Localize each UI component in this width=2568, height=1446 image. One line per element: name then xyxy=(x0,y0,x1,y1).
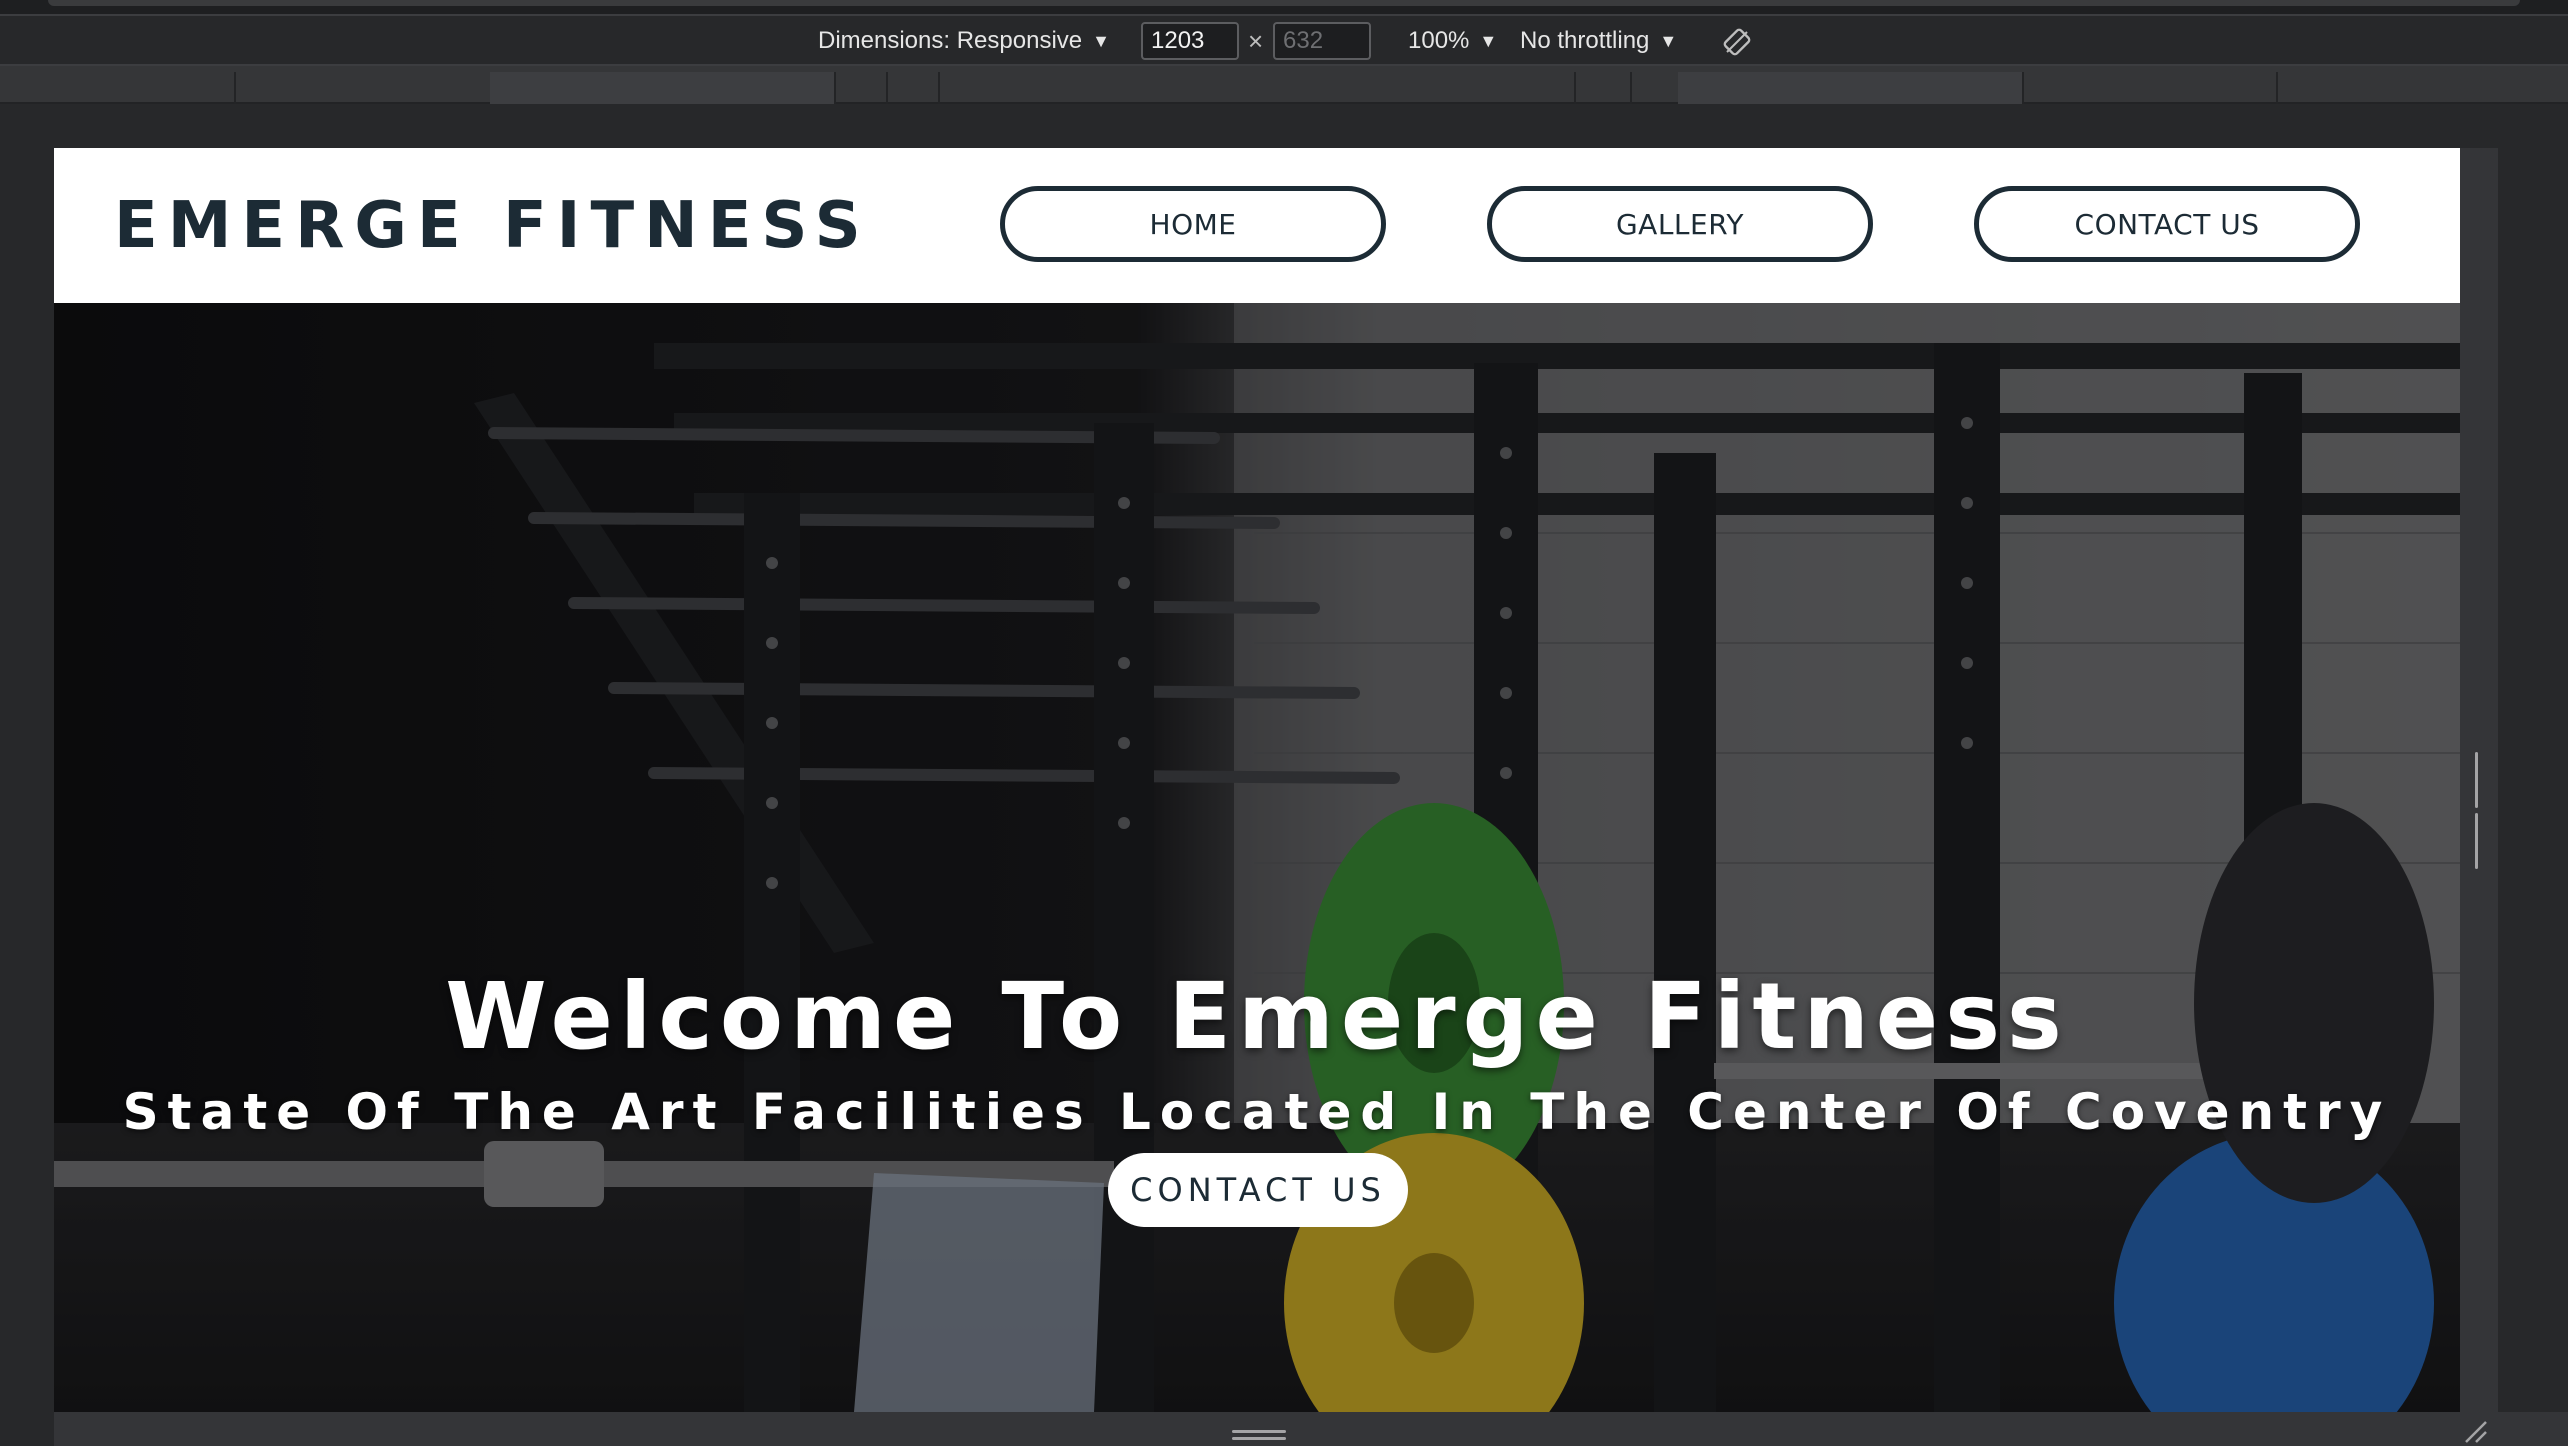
media-query-ruler[interactable] xyxy=(0,66,2568,104)
hero-subtitle: State Of The Art Facilities Located In T… xyxy=(122,1083,2392,1141)
ruler-tick xyxy=(1630,72,1632,104)
viewport-bottom-edge xyxy=(54,1412,2568,1446)
site-logo[interactable]: EMERGE FITNESS xyxy=(114,148,871,303)
devtools-top-edge xyxy=(48,0,2520,6)
nav-contact-button[interactable]: CONTACT US xyxy=(1974,186,2360,262)
device-toolbar: Dimensions: Responsive ▼ 1203 × 632 100%… xyxy=(0,14,2568,66)
ruler-tick xyxy=(2022,72,2024,104)
hero-contact-button[interactable]: CONTACT US xyxy=(1108,1153,1408,1227)
dimensions-label: Dimensions: Responsive xyxy=(818,27,1083,54)
devtools-top-strip xyxy=(0,0,2568,14)
chevron-down-icon: ▼ xyxy=(1659,30,1678,51)
resize-handle-right[interactable] xyxy=(2475,752,2485,869)
times-symbol: × xyxy=(1248,25,1264,56)
ruler-tick xyxy=(834,72,836,104)
chevron-down-icon: ▼ xyxy=(1092,30,1110,51)
ruler-tick xyxy=(234,72,236,104)
width-input[interactable]: 1203 xyxy=(1141,22,1239,60)
ruler-tick xyxy=(886,72,888,104)
device-viewport: EMERGE FITNESS HOME GALLERY CONTACT US W… xyxy=(54,148,2460,1412)
resize-handle-bottom[interactable] xyxy=(1232,1430,1286,1440)
ruler-band xyxy=(490,72,834,104)
ruler-band xyxy=(1678,72,2022,104)
rotate-icon[interactable] xyxy=(1722,27,1752,57)
zoom-label: 100% xyxy=(1408,27,1470,54)
site-header: EMERGE FITNESS HOME GALLERY CONTACT US xyxy=(54,148,2460,303)
hero-section: Welcome To Emerge Fitness State Of The A… xyxy=(54,303,2460,1412)
throttling-dropdown[interactable]: No throttling ▼ xyxy=(1520,16,1677,66)
ruler-tick xyxy=(1574,72,1576,104)
ruler-tick xyxy=(938,72,940,104)
ruler-tick xyxy=(2276,72,2278,104)
dimensions-dropdown[interactable]: Dimensions: Responsive ▼ xyxy=(818,16,1110,66)
chevron-down-icon: ▼ xyxy=(1479,30,1498,51)
height-input[interactable]: 632 xyxy=(1273,22,1371,60)
gym-background-image xyxy=(54,303,2460,1412)
resize-corner-icon[interactable] xyxy=(2462,1418,2488,1444)
zoom-dropdown[interactable]: 100% ▼ xyxy=(1408,16,1497,66)
nav-home-button[interactable]: HOME xyxy=(1000,186,1386,262)
throttling-label: No throttling xyxy=(1520,27,1650,54)
hero-title: Welcome To Emerge Fitness xyxy=(445,963,2069,1070)
nav-gallery-button[interactable]: GALLERY xyxy=(1487,186,1873,262)
